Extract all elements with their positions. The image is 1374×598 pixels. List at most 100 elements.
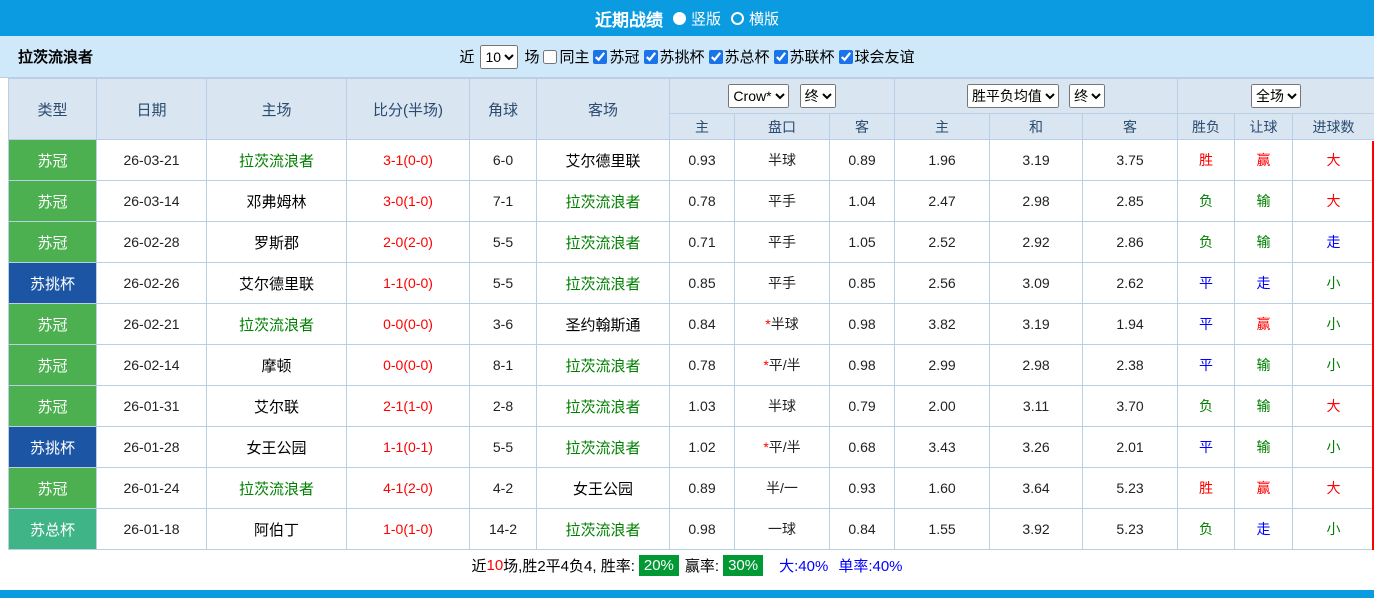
home-team[interactable]: 艾尔德里联 bbox=[207, 263, 347, 304]
competition-checkbox[interactable] bbox=[593, 50, 607, 64]
handicap-text: 半球 bbox=[771, 316, 799, 332]
win-draw-loss-result: 平 bbox=[1178, 427, 1235, 468]
table-row: 苏挑杯 26-02-26 艾尔德里联 1-1(0-0) 5-5 拉茨流浪者 0.… bbox=[9, 263, 1374, 304]
handicap-text: 平/半 bbox=[769, 357, 801, 373]
europe-draw-odds: 3.64 bbox=[990, 468, 1083, 509]
home-team[interactable]: 女王公园 bbox=[207, 427, 347, 468]
europe-home-odds: 2.47 bbox=[895, 181, 990, 222]
away-team[interactable]: 拉茨流浪者 bbox=[537, 345, 670, 386]
europe-draw-odds: 3.19 bbox=[990, 304, 1083, 345]
asia-home-odds: 0.85 bbox=[670, 263, 735, 304]
match-date: 26-02-21 bbox=[97, 304, 207, 345]
home-team[interactable]: 摩顿 bbox=[207, 345, 347, 386]
europe-odds-group: 胜平负均值 终 bbox=[895, 79, 1178, 114]
handicap-result: 赢 bbox=[1235, 304, 1293, 345]
europe-odds-select[interactable]: 胜平负均值 bbox=[967, 84, 1059, 108]
home-team[interactable]: 拉茨流浪者 bbox=[207, 468, 347, 509]
filter-bar: 拉茨流浪者 近 10 场 同主 苏冠苏挑杯苏总杯苏联杯球会友谊 bbox=[0, 36, 1374, 78]
europe-draw-odds: 2.98 bbox=[990, 181, 1083, 222]
away-team[interactable]: 拉茨流浪者 bbox=[537, 427, 670, 468]
win-draw-loss-result: 平 bbox=[1178, 304, 1235, 345]
asia-home-odds: 0.98 bbox=[670, 509, 735, 550]
matches-label: 场 bbox=[524, 46, 539, 67]
asia-away-odds: 0.79 bbox=[830, 386, 895, 427]
competition-filter[interactable]: 苏联杯 bbox=[774, 46, 835, 67]
away-team[interactable]: 女王公园 bbox=[537, 468, 670, 509]
handicap-result: 输 bbox=[1235, 345, 1293, 386]
europe-away-odds: 2.38 bbox=[1083, 345, 1178, 386]
asia-handicap: 一球 bbox=[735, 509, 830, 550]
same-home-filter[interactable]: 同主 bbox=[543, 46, 589, 67]
away-team[interactable]: 拉茨流浪者 bbox=[537, 386, 670, 427]
asia-handicap: *半球 bbox=[735, 304, 830, 345]
competition-filter[interactable]: 苏挑杯 bbox=[644, 46, 705, 67]
handicap-text: 半/一 bbox=[766, 480, 798, 496]
layout-option-label: 横版 bbox=[749, 8, 779, 29]
page-title: 近期战绩 bbox=[595, 6, 663, 31]
scope-select[interactable]: 全场 bbox=[1251, 84, 1301, 108]
col-type: 类型 bbox=[9, 79, 97, 140]
handicap-result: 输 bbox=[1235, 222, 1293, 263]
match-score: 0-0(0-0) bbox=[347, 345, 470, 386]
home-team[interactable]: 邓弗姆林 bbox=[207, 181, 347, 222]
result-group: 全场 bbox=[1178, 79, 1374, 114]
match-score: 1-1(0-1) bbox=[347, 427, 470, 468]
competition-filter[interactable]: 苏冠 bbox=[593, 46, 639, 67]
win-draw-loss-result: 胜 bbox=[1178, 468, 1235, 509]
away-team[interactable]: 圣约翰斯通 bbox=[537, 304, 670, 345]
table-row: 苏总杯 26-01-18 阿伯丁 1-0(1-0) 14-2 拉茨流浪者 0.9… bbox=[9, 509, 1374, 550]
europe-away-odds: 5.23 bbox=[1083, 468, 1178, 509]
layout-option-horizontal[interactable]: 横版 bbox=[731, 8, 779, 29]
asia-home-odds: 0.78 bbox=[670, 181, 735, 222]
europe-time-select[interactable]: 终 bbox=[1069, 84, 1105, 108]
competition-checkbox[interactable] bbox=[644, 50, 658, 64]
corner-score: 14-2 bbox=[470, 509, 537, 550]
competition-checkbox[interactable] bbox=[709, 50, 723, 64]
goals-result: 走 bbox=[1293, 222, 1374, 263]
home-team[interactable]: 罗斯郡 bbox=[207, 222, 347, 263]
competition-badge: 苏冠 bbox=[9, 304, 97, 345]
match-score: 2-0(2-0) bbox=[347, 222, 470, 263]
layout-option-vertical[interactable]: 竖版 bbox=[673, 8, 721, 29]
handicap-text: 平手 bbox=[768, 193, 796, 209]
same-home-checkbox[interactable] bbox=[543, 50, 557, 64]
table-row: 苏冠 26-01-31 艾尔联 2-1(1-0) 2-8 拉茨流浪者 1.03 … bbox=[9, 386, 1374, 427]
bookmaker-select[interactable]: Crow* bbox=[728, 84, 789, 108]
results-table-wrap: 类型 日期 主场 比分(半场) 角球 客场 Crow* 终 胜平负均值 终 bbox=[8, 78, 1374, 550]
handicap-text: 平/半 bbox=[769, 439, 801, 455]
col-asia-away: 客 bbox=[830, 114, 895, 140]
competition-filter[interactable]: 球会友谊 bbox=[839, 46, 915, 67]
win-draw-loss-result: 平 bbox=[1178, 345, 1235, 386]
win-rate-badge: 20% bbox=[639, 555, 679, 576]
europe-home-odds: 2.56 bbox=[895, 263, 990, 304]
home-team[interactable]: 拉茨流浪者 bbox=[207, 140, 347, 181]
europe-draw-odds: 3.11 bbox=[990, 386, 1083, 427]
europe-draw-odds: 3.26 bbox=[990, 427, 1083, 468]
competition-checkbox[interactable] bbox=[839, 50, 853, 64]
away-team[interactable]: 拉茨流浪者 bbox=[537, 181, 670, 222]
away-team[interactable]: 拉茨流浪者 bbox=[537, 222, 670, 263]
competition-checkbox[interactable] bbox=[774, 50, 788, 64]
col-asia-home: 主 bbox=[670, 114, 735, 140]
corner-score: 6-0 bbox=[470, 140, 537, 181]
competition-label: 苏总杯 bbox=[725, 46, 770, 67]
home-team[interactable]: 拉茨流浪者 bbox=[207, 304, 347, 345]
away-team[interactable]: 艾尔德里联 bbox=[537, 140, 670, 181]
away-team[interactable]: 拉茨流浪者 bbox=[537, 509, 670, 550]
match-score: 0-0(0-0) bbox=[347, 304, 470, 345]
europe-draw-odds: 3.19 bbox=[990, 140, 1083, 181]
competition-badge: 苏冠 bbox=[9, 181, 97, 222]
competition-filter[interactable]: 苏总杯 bbox=[709, 46, 770, 67]
goals-result: 小 bbox=[1293, 427, 1374, 468]
europe-home-odds: 2.99 bbox=[895, 345, 990, 386]
asia-handicap: 平手 bbox=[735, 263, 830, 304]
handicap-result: 赢 bbox=[1235, 140, 1293, 181]
match-count-select[interactable]: 10 bbox=[480, 45, 518, 69]
near-label: 近 bbox=[459, 46, 474, 67]
home-team[interactable]: 艾尔联 bbox=[207, 386, 347, 427]
home-team[interactable]: 阿伯丁 bbox=[207, 509, 347, 550]
single-rate-label: 单率:40% bbox=[838, 555, 902, 576]
asia-time-select[interactable]: 终 bbox=[800, 84, 836, 108]
away-team[interactable]: 拉茨流浪者 bbox=[537, 263, 670, 304]
col-corner: 角球 bbox=[470, 79, 537, 140]
